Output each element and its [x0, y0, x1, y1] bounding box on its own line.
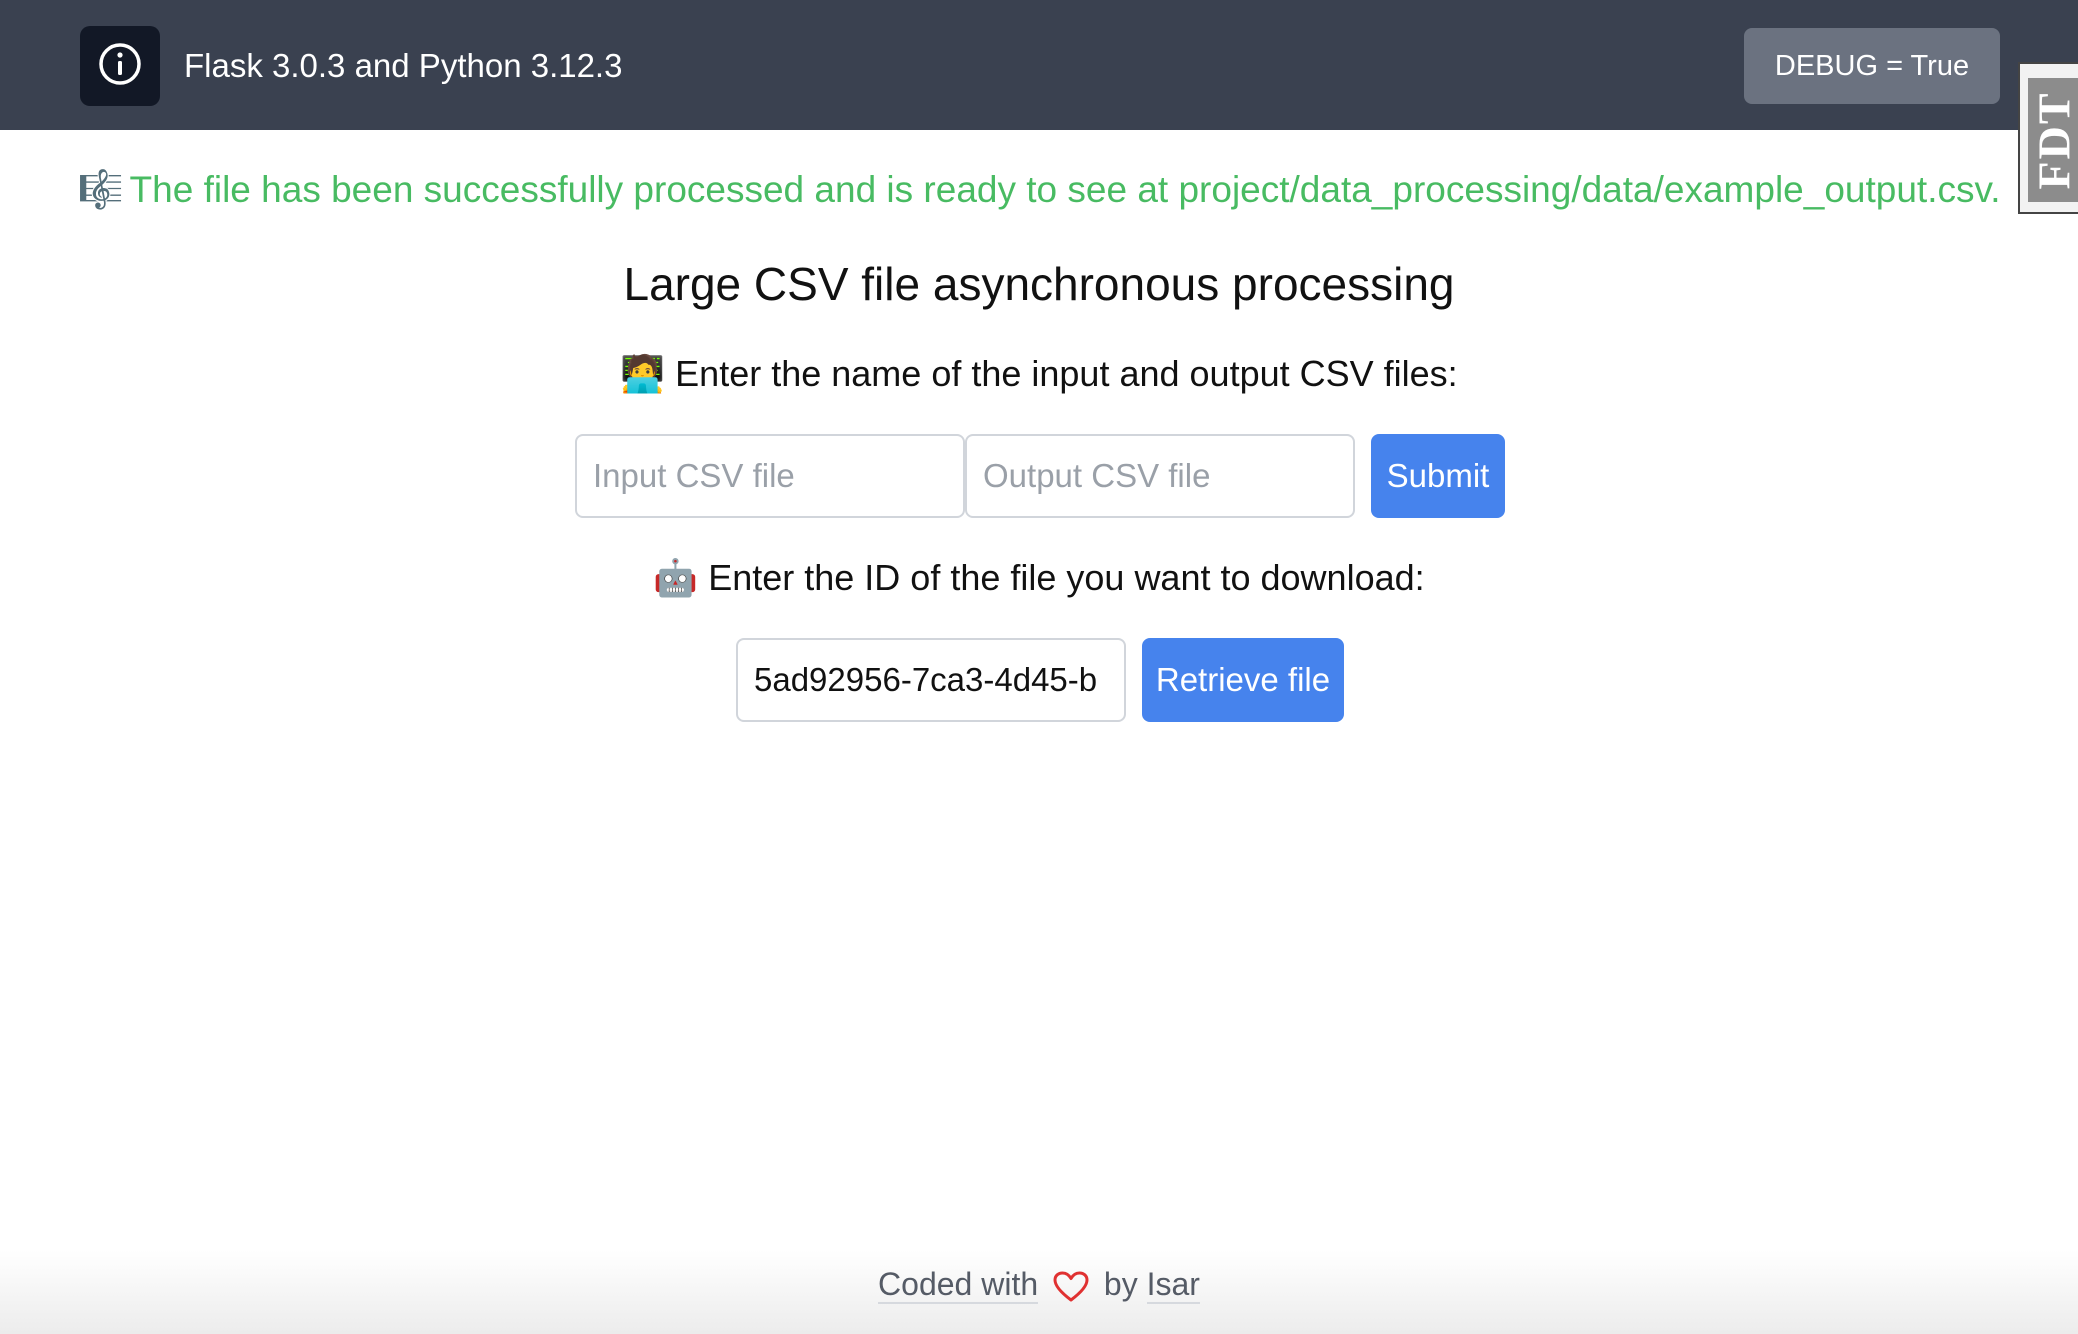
info-icon: [97, 41, 143, 92]
heart-icon: [1053, 1270, 1089, 1314]
footer-coded-with: Coded with: [878, 1266, 1039, 1304]
file-id-field[interactable]: [736, 638, 1126, 722]
technologist-icon: 🧑‍💻: [620, 353, 666, 394]
output-csv-field[interactable]: [965, 434, 1355, 518]
download-prompt-text: Enter the ID of the file you want to dow…: [708, 557, 1425, 598]
robot-icon: 🤖: [653, 557, 699, 598]
app-title: Flask 3.0.3 and Python 3.12.3: [184, 47, 623, 84]
author-link[interactable]: Isar: [1146, 1266, 1200, 1304]
process-prompt-text: Enter the name of the input and output C…: [675, 353, 1458, 394]
submit-button[interactable]: Submit: [1371, 434, 1505, 518]
info-button[interactable]: [80, 26, 160, 106]
page-title: Large CSV file asynchronous processing: [623, 258, 1455, 310]
debug-status-button[interactable]: DEBUG = True: [1744, 28, 2000, 104]
flash-message: 🎼 The file has been successfully processe…: [0, 166, 2078, 214]
navbar: Flask 3.0.3 and Python 3.12.3 DEBUG = Tr…: [0, 0, 2078, 130]
flash-message-text: The file has been successfully processed…: [129, 169, 2001, 210]
music-score-icon: 🎼: [77, 169, 124, 210]
footer-by: by: [1103, 1266, 1138, 1302]
footer: Coded with by Isar: [0, 1262, 2078, 1314]
process-prompt: 🧑‍💻 Enter the name of the input and outp…: [0, 350, 2078, 398]
retrieve-file-button[interactable]: Retrieve file: [1142, 638, 1344, 722]
download-prompt: 🤖 Enter the ID of the file you want to d…: [0, 554, 2078, 602]
input-csv-field[interactable]: [575, 434, 965, 518]
